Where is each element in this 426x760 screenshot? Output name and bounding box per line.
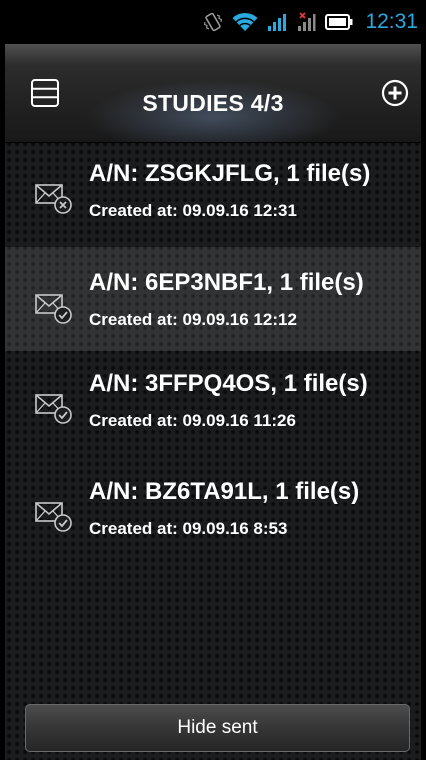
mail-sent-icon [35,499,77,533]
study-item[interactable]: A/N: 3FFPQ4OS, 1 file(s) Created at: 09.… [5,351,421,455]
study-list: A/N: ZSGKJFLG, 1 file(s) Created at: 09.… [5,143,421,559]
clock: 12:31 [365,10,418,33]
accession-number: A/N: 3FFPQ4OS, 1 file(s) [89,370,368,397]
page-title: STUDIES 4/3 [142,90,284,116]
mail-sent-icon [35,391,77,425]
study-item[interactable]: A/N: BZ6TA91L, 1 file(s) Created at: 09.… [5,455,421,559]
created-date: Created at: 09.09.16 12:31 [89,201,297,220]
accession-number: A/N: BZ6TA91L, 1 file(s) [89,478,360,505]
created-date: Created at: 09.09.16 8:53 [89,519,288,538]
vibrate-icon [203,11,223,33]
status-bar: 12:31 [0,0,426,44]
study-item[interactable]: A/N: ZSGKJFLG, 1 file(s) Created at: 09.… [5,143,421,247]
signal-icon [267,12,287,32]
no-signal-icon [296,12,316,32]
accession-number: A/N: ZSGKJFLG, 1 file(s) [89,160,371,187]
created-date: Created at: 09.09.16 12:12 [89,310,297,329]
accession-number: A/N: 6EP3NBF1, 1 file(s) [89,269,364,296]
battery-icon [325,13,353,31]
created-date: Created at: 09.09.16 11:26 [89,411,296,430]
header: STUDIES 4/3 [5,44,421,143]
hide-sent-button[interactable]: Hide sent [25,704,410,752]
study-item[interactable]: A/N: 6EP3NBF1, 1 file(s) Created at: 09.… [5,247,421,351]
app-screen: STUDIES 4/3 A/N: ZSGKJFLG, 1 file(s) Cre… [5,44,421,760]
mail-sent-icon [35,291,77,325]
add-study-button[interactable] [381,79,409,107]
wifi-icon [232,12,258,32]
add-circle-icon [381,79,409,107]
mail-failed-icon [35,181,77,215]
